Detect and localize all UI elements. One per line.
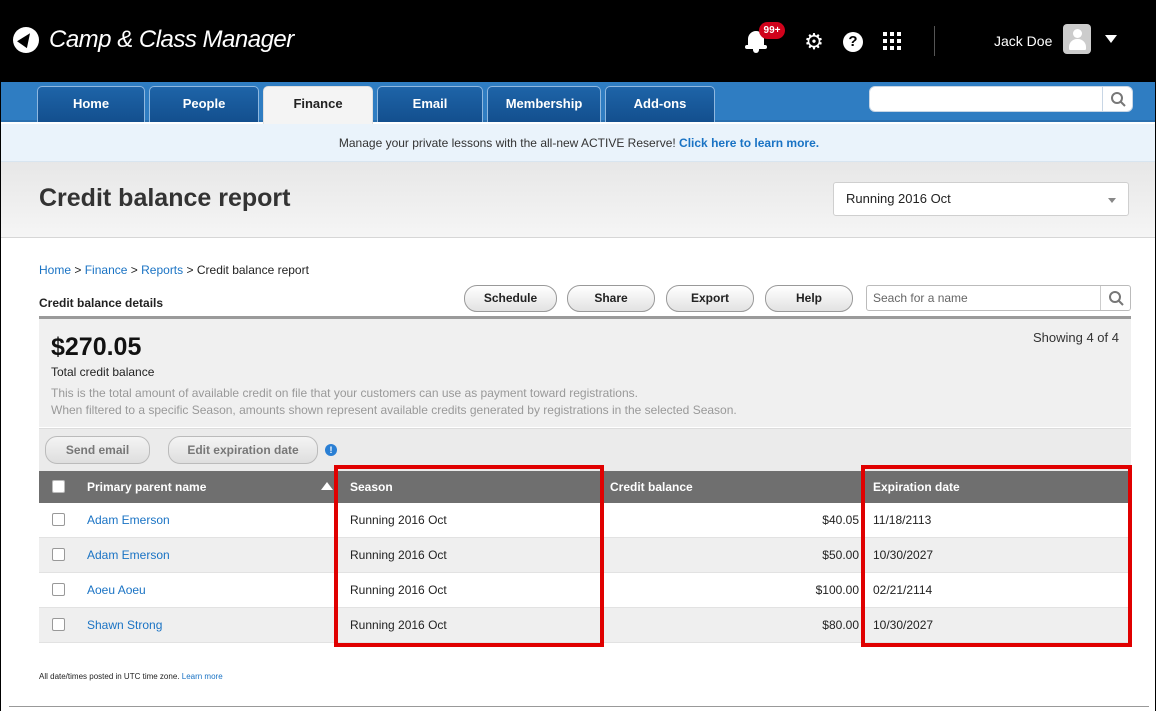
column-header-credit-balance[interactable]: Credit balance xyxy=(610,471,693,503)
section-title: Credit balance details xyxy=(39,296,164,310)
tab-email[interactable]: Email xyxy=(377,86,483,122)
edit-expiration-date-button[interactable]: Edit expiration date xyxy=(168,436,318,464)
toolbar-divider xyxy=(934,26,935,56)
tab-membership[interactable]: Membership xyxy=(487,86,601,122)
banner-text: Manage your private lessons with the all… xyxy=(338,136,676,150)
name-search-input[interactable] xyxy=(869,288,1099,308)
select-all-checkbox[interactable] xyxy=(52,480,65,493)
column-header-name[interactable]: Primary parent name xyxy=(87,471,206,503)
total-credit-label: Total credit balance xyxy=(51,365,155,379)
bottom-divider xyxy=(9,706,1149,707)
schedule-button[interactable]: Schedule xyxy=(464,285,557,312)
banner-link[interactable]: Click here to learn more. xyxy=(679,136,819,150)
chevron-down-icon xyxy=(1108,198,1116,203)
page-title: Credit balance report xyxy=(39,184,291,212)
timezone-note: All date/times posted in UTC time zone. xyxy=(39,672,180,681)
notification-badge: 99+ xyxy=(759,22,785,39)
breadcrumb-separator: > xyxy=(130,263,138,277)
logo-icon[interactable] xyxy=(13,27,39,53)
breadcrumb-current: Credit balance report xyxy=(196,263,309,277)
season-select-value: Running 2016 Oct xyxy=(846,191,951,206)
credit-balance-cell: $100.00 xyxy=(815,583,859,597)
credit-balance-cell: $40.05 xyxy=(822,513,859,527)
send-email-button[interactable]: Send email xyxy=(45,436,150,464)
tab-add-ons[interactable]: Add-ons xyxy=(605,86,715,122)
row-checkbox[interactable] xyxy=(52,618,65,631)
breadcrumb-separator: > xyxy=(74,263,82,277)
breadcrumb-separator: > xyxy=(186,263,194,277)
search-icon[interactable] xyxy=(1102,87,1132,111)
export-button[interactable]: Export xyxy=(666,285,754,312)
parent-name-link[interactable]: Shawn Strong xyxy=(87,618,162,632)
tab-home[interactable]: Home xyxy=(37,86,145,122)
promo-banner: Manage your private lessons with the all… xyxy=(1,124,1155,162)
breadcrumb-finance[interactable]: Finance xyxy=(85,263,128,277)
parent-name-link[interactable]: Aoeu Aoeu xyxy=(87,583,146,597)
season-column-highlight xyxy=(334,465,604,647)
row-checkbox[interactable] xyxy=(52,583,65,596)
summary-panel: $270.05 Total credit balance This is the… xyxy=(39,319,1131,427)
credit-balance-cell: $80.00 xyxy=(822,618,859,632)
total-credit-amount: $270.05 xyxy=(51,333,142,361)
help-icon[interactable]: ? xyxy=(843,32,863,52)
help-button[interactable]: Help xyxy=(765,285,853,312)
sort-asc-icon[interactable] xyxy=(321,482,333,490)
result-count: Showing 4 of 4 xyxy=(1032,330,1119,345)
parent-name-link[interactable]: Adam Emerson xyxy=(87,513,170,527)
main-nav: Home People Finance Email Membership Add… xyxy=(1,82,1155,124)
page-header: Credit balance report Running 2016 Oct xyxy=(1,162,1155,238)
app-title[interactable]: Camp & Class Manager xyxy=(49,26,294,54)
summary-description-season: When filtered to a specific Season, amou… xyxy=(51,403,737,417)
summary-description: This is the total amount of available cr… xyxy=(51,386,638,400)
parent-name-link[interactable]: Adam Emerson xyxy=(87,548,170,562)
learn-more-link[interactable]: Learn more xyxy=(182,672,223,681)
credit-balance-cell: $50.00 xyxy=(822,548,859,562)
timezone-footnote: All date/times posted in UTC time zone. … xyxy=(39,672,223,681)
apps-grid-icon[interactable] xyxy=(883,32,901,50)
chevron-down-icon[interactable] xyxy=(1105,35,1117,43)
name-search-field xyxy=(866,285,1131,311)
share-button[interactable]: Share xyxy=(567,285,655,312)
breadcrumb: Home > Finance > Reports > Credit balanc… xyxy=(39,263,309,277)
row-checkbox[interactable] xyxy=(52,513,65,526)
tab-people[interactable]: People xyxy=(149,86,259,122)
breadcrumb-reports[interactable]: Reports xyxy=(141,263,183,277)
search-icon[interactable] xyxy=(1100,286,1130,310)
user-avatar-icon[interactable] xyxy=(1063,24,1091,54)
expiration-column-highlight xyxy=(861,465,1132,647)
tab-finance[interactable]: Finance xyxy=(263,86,373,124)
username[interactable]: Jack Doe xyxy=(994,33,1052,49)
page: Camp & Class Manager 99+ ⚙ ? Jack Doe Ho… xyxy=(0,0,1156,711)
breadcrumb-home[interactable]: Home xyxy=(39,263,71,277)
global-search-input[interactable] xyxy=(869,86,1133,112)
top-bar: Camp & Class Manager 99+ ⚙ ? Jack Doe xyxy=(1,0,1155,82)
row-checkbox[interactable] xyxy=(52,548,65,561)
info-icon[interactable]: ! xyxy=(325,444,337,456)
season-select[interactable]: Running 2016 Oct xyxy=(833,182,1129,216)
gear-icon[interactable]: ⚙ xyxy=(804,31,824,53)
